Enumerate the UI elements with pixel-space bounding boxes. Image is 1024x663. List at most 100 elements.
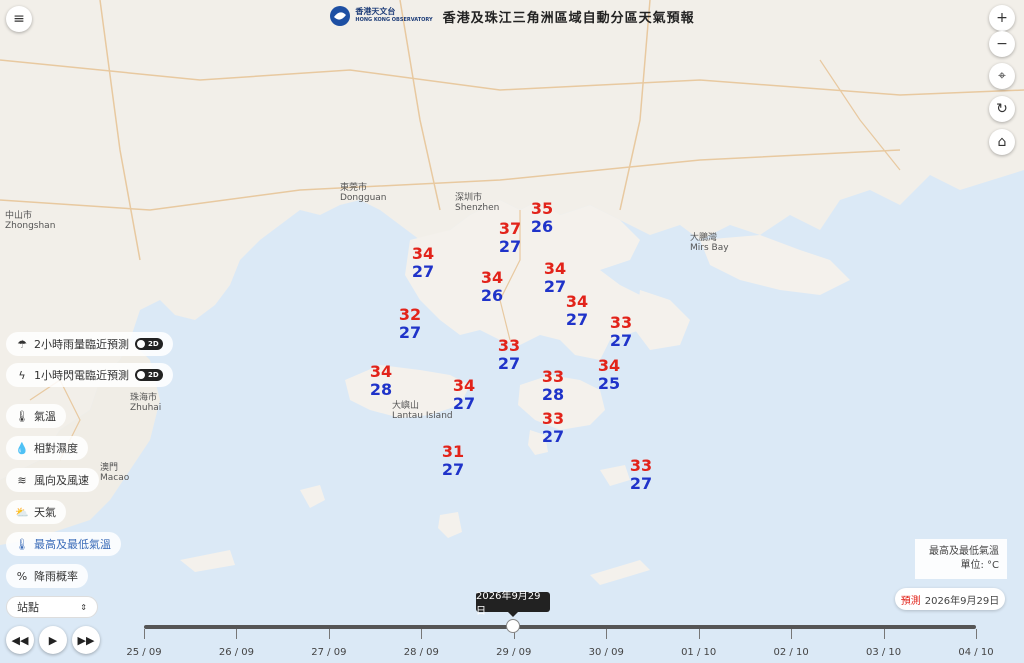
temp-marker[interactable]: 32 27	[388, 306, 432, 342]
layer-temperature[interactable]: 🌡 氣溫	[6, 404, 66, 428]
timeline-date-label[interactable]: 27 / 09	[299, 647, 359, 658]
max-temp: 33	[541, 409, 565, 428]
refresh-icon: ↻	[996, 101, 1008, 117]
toggle-2d[interactable]: 2D	[135, 369, 163, 381]
max-temp: 37	[498, 219, 522, 238]
max-temp: 33	[497, 336, 521, 355]
layer-label: 降雨概率	[34, 570, 78, 583]
timeline-track[interactable]	[144, 625, 976, 629]
timeline-date-label[interactable]: 25 / 09	[114, 647, 174, 658]
layer-label: 氣溫	[34, 410, 56, 423]
max-temp: 31	[441, 442, 465, 461]
timeline-tick	[791, 629, 793, 639]
max-temp: 35	[530, 199, 554, 218]
hko-logo-icon	[330, 6, 351, 26]
timeline-date-label[interactable]: 03 / 10	[854, 647, 914, 658]
layer-rain-probability[interactable]: % 降雨概率	[6, 564, 88, 588]
layer-rain-nowcast[interactable]: ☂ 2小時雨量臨近預測 2D	[6, 332, 173, 356]
max-temp: 34	[597, 356, 621, 375]
toggle-2d[interactable]: 2D	[135, 338, 163, 350]
temp-marker[interactable]: 34 26	[470, 269, 514, 305]
rain-cloud-icon: ☂	[17, 337, 27, 351]
logo-text-zh: 香港天文台	[355, 7, 396, 16]
temp-marker[interactable]: 33 27	[599, 314, 643, 350]
timeline-tick	[976, 629, 977, 639]
min-temp: 27	[565, 310, 589, 329]
layer-wind[interactable]: ≋ 風向及風速	[6, 468, 99, 492]
timeline-date-label[interactable]: 30 / 09	[576, 647, 636, 658]
temp-marker[interactable]: 33 27	[619, 457, 663, 493]
min-temp: 25	[597, 374, 621, 393]
page-title: 香港及珠江三角洲區域自動分區天氣預報	[442, 10, 695, 26]
max-temp: 34	[480, 268, 504, 287]
timeline-thumb[interactable]	[506, 619, 520, 633]
temp-marker[interactable]: 34 27	[533, 260, 577, 296]
locate-button[interactable]: ⌖	[989, 63, 1015, 89]
forecast-date: 2026年9月29日	[924, 595, 1000, 607]
layer-max-min-temp[interactable]: 🌡 最高及最低氣溫	[6, 532, 121, 556]
zoom-in-button[interactable]: +	[989, 5, 1015, 31]
logo-text-en: HONG KONG OBSERVATORY	[355, 17, 433, 23]
min-temp: 27	[541, 427, 565, 446]
wind-icon: ≋	[17, 473, 27, 487]
min-temp: 27	[452, 394, 476, 413]
fast-forward-button[interactable]: ▶▶	[72, 626, 100, 654]
timeline-tick	[421, 629, 423, 639]
temp-marker[interactable]: 33 27	[531, 410, 575, 446]
layer-label: 1小時閃電臨近預測	[34, 369, 129, 382]
max-min-temp-icon: 🌡	[15, 537, 29, 551]
min-temp: 26	[480, 286, 504, 305]
layer-label: 風向及風速	[34, 474, 89, 487]
timeline-date-label[interactable]: 28 / 09	[391, 647, 451, 658]
plus-icon: +	[996, 10, 1008, 26]
timeline-date-label[interactable]: 29 / 09	[484, 647, 544, 658]
home-button[interactable]: ⌂	[989, 129, 1015, 155]
layer-weather[interactable]: ⛅ 天氣	[6, 500, 66, 524]
timeline-tick	[698, 629, 700, 639]
temp-marker[interactable]: 33 27	[487, 337, 531, 373]
hamburger-icon: ≡	[13, 11, 25, 27]
min-temp: 27	[398, 323, 422, 342]
timeline-date-label[interactable]: 26 / 09	[206, 647, 266, 658]
temp-marker[interactable]: 37 27	[488, 220, 532, 256]
max-temp: 32	[398, 305, 422, 324]
menu-button[interactable]: ≡	[6, 6, 32, 32]
station-select-value: 站點	[17, 601, 39, 614]
refresh-button[interactable]: ↻	[989, 96, 1015, 122]
station-select[interactable]: 站點 ⇕	[6, 596, 98, 618]
timeline-tooltip: 2026年9月29日	[476, 591, 550, 617]
layer-lightning-nowcast[interactable]: ϟ 1小時閃電臨近預測 2D	[6, 363, 173, 387]
max-temp: 34	[452, 376, 476, 395]
timeline-tick	[328, 629, 330, 639]
timeline-date-label[interactable]: 02 / 10	[761, 647, 821, 658]
layer-humidity[interactable]: 💧 相對濕度	[6, 436, 88, 460]
min-temp: 27	[497, 354, 521, 373]
min-temp: 28	[541, 385, 565, 404]
temp-marker[interactable]: 34 27	[442, 377, 486, 413]
home-icon: ⌂	[997, 134, 1007, 150]
play-button[interactable]: ▶	[39, 626, 67, 654]
max-temp: 33	[609, 313, 633, 332]
fast-forward-icon: ▶▶	[77, 633, 95, 647]
max-temp: 33	[629, 456, 653, 475]
min-temp: 27	[629, 474, 653, 493]
legend-unit: 單位: °C	[960, 560, 999, 571]
map-label-zhongshan: 中山市 Zhongshan	[5, 211, 56, 231]
zoom-out-button[interactable]: −	[989, 31, 1015, 57]
timeline-tick	[144, 629, 145, 639]
temp-marker[interactable]: 34 28	[359, 363, 403, 399]
timeline-tick	[883, 629, 885, 639]
timeline-date-label[interactable]: 01 / 10	[669, 647, 729, 658]
timeline-date-label[interactable]: 04 / 10	[946, 647, 1006, 658]
temp-marker[interactable]: 33 28	[531, 368, 575, 404]
header: 香港天文台 HONG KONG OBSERVATORY 香港及珠江三角洲區域自動…	[0, 0, 1024, 32]
temp-marker[interactable]: 34 25	[587, 357, 631, 393]
layer-label: 2小時雨量臨近預測	[34, 338, 129, 351]
rewind-button[interactable]: ◀◀	[6, 626, 34, 654]
temp-marker[interactable]: 34 27	[555, 293, 599, 329]
temp-marker[interactable]: 31 27	[431, 443, 475, 479]
min-temp: 27	[498, 237, 522, 256]
max-temp: 34	[543, 259, 567, 278]
weather-icon: ⛅	[15, 505, 29, 519]
temp-marker[interactable]: 34 27	[401, 245, 445, 281]
